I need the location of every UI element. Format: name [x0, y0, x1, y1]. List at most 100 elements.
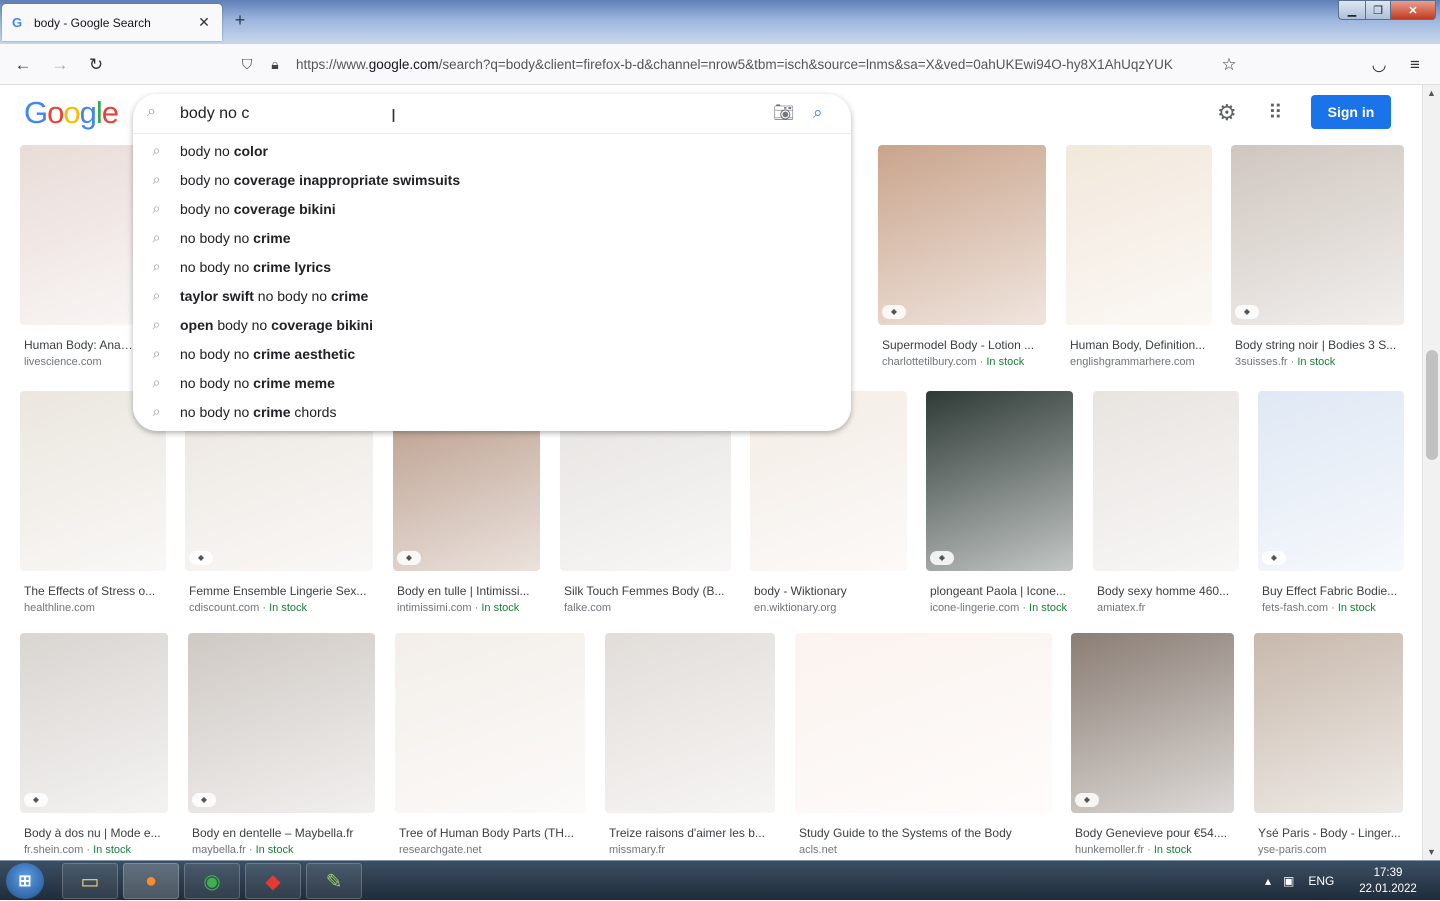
- result-caption[interactable]: Body en tulle | Intimissi...: [397, 584, 538, 598]
- page-scrollbar[interactable]: ▲ ▼: [1422, 85, 1440, 860]
- image-result-card[interactable]: Treize raisons d'aimer les b... missmary.…: [605, 633, 775, 856]
- forward-arrow-icon[interactable]: →: [47, 52, 73, 78]
- result-thumbnail[interactable]: ◆: [1258, 391, 1404, 571]
- result-caption[interactable]: Treize raisons d'aimer les b...: [609, 826, 773, 840]
- result-caption[interactable]: body - Wiktionary: [754, 584, 905, 598]
- suggestion-search-icon: ⌕: [152, 287, 161, 303]
- result-caption[interactable]: Body à dos nu | Mode e...: [24, 826, 166, 840]
- new-tab-button[interactable]: +: [228, 10, 252, 31]
- result-thumbnail[interactable]: ◆: [878, 145, 1046, 325]
- search-input[interactable]: [180, 105, 740, 123]
- image-result-card[interactable]: Tree of Human Body Parts (TH... researchg…: [395, 633, 585, 856]
- language-indicator[interactable]: ENG: [1308, 874, 1334, 888]
- image-result-card[interactable]: Human Body, Definition... englishgrammarh…: [1066, 145, 1212, 368]
- scroll-up-arrow-icon[interactable]: ▲: [1427, 88, 1436, 98]
- result-caption[interactable]: Femme Ensemble Lingerie Sex...: [189, 584, 371, 598]
- suggestion-text: no body no: [180, 403, 254, 420]
- url-text[interactable]: https://www.google.com/search?q=body&cli…: [296, 57, 1216, 72]
- result-caption[interactable]: Buy Effect Fabric Bodie...: [1262, 584, 1402, 598]
- scroll-down-arrow-icon[interactable]: ▼: [1427, 847, 1436, 857]
- search-suggestion[interactable]: ⌕ body no coverage inappropriate swimsuit…: [133, 165, 851, 194]
- search-button-icon[interactable]: ⌕: [813, 103, 823, 123]
- search-suggestion[interactable]: ⌕ taylor swift no body no crime: [133, 281, 851, 310]
- result-caption[interactable]: Body string noir | Bodies 3 S...: [1235, 338, 1402, 352]
- window-close-button[interactable]: ✕: [1390, 0, 1436, 20]
- search-suggestion[interactable]: ⌕ no body no crime chords: [133, 397, 851, 426]
- result-thumbnail[interactable]: ◆: [926, 391, 1073, 571]
- search-suggestion[interactable]: ⌕ open body no coverage bikini: [133, 310, 851, 339]
- search-suggestion[interactable]: ⌕ no body no crime aesthetic: [133, 339, 851, 368]
- anydesk-icon[interactable]: ◆: [245, 863, 301, 899]
- settings-gear-icon[interactable]: ⚙: [1217, 100, 1237, 126]
- network-icon[interactable]: ▣: [1283, 874, 1294, 888]
- result-thumbnail[interactable]: ◆: [188, 633, 375, 813]
- result-thumbnail[interactable]: ◆: [1071, 633, 1234, 813]
- result-domain: cdiscount.com: [189, 602, 260, 614]
- search-suggestion[interactable]: ⌕ body no color: [133, 136, 851, 165]
- image-result-card[interactable]: ◆ Body à dos nu | Mode e... fr.shein.com ·…: [20, 633, 168, 856]
- image-result-card[interactable]: Body sexy homme 460... amiatex.fr: [1093, 391, 1239, 614]
- result-thumbnail[interactable]: [795, 633, 1052, 813]
- search-suggestion[interactable]: ⌕ no body no crime meme: [133, 368, 851, 397]
- url-bar[interactable]: ⛉ 🔒︎ https://www.google.com/search?q=bod…: [230, 49, 1250, 80]
- product-tag-icon: ◆: [1262, 551, 1286, 565]
- google-logo[interactable]: Google: [24, 95, 119, 131]
- search-suggestion[interactable]: ⌕ body no coverage bikini: [133, 194, 851, 223]
- result-thumbnail[interactable]: ◆: [20, 633, 168, 813]
- image-result-card[interactable]: ◆ Buy Effect Fabric Bodie... fets-fash.com…: [1258, 391, 1404, 614]
- image-result-card[interactable]: Study Guide to the Systems of the Body ac…: [795, 633, 1052, 856]
- result-caption[interactable]: Ysé Paris - Body - Linger...: [1258, 826, 1401, 840]
- image-result-card[interactable]: ◆ plongeant Paola | Icone... icone-lingeri…: [926, 391, 1073, 614]
- search-suggestion[interactable]: ⌕ no body no crime lyrics: [133, 252, 851, 281]
- chrome-icon[interactable]: ◉: [184, 863, 240, 899]
- result-caption[interactable]: Silk Touch Femmes Body (B...: [564, 584, 729, 598]
- window-restore-button[interactable]: ❐: [1365, 0, 1391, 20]
- result-caption[interactable]: Supermodel Body - Lotion ...: [882, 338, 1044, 352]
- image-result-card[interactable]: Human Body: Anatomy livescience.com: [20, 145, 136, 368]
- result-thumbnail[interactable]: [605, 633, 775, 813]
- back-arrow-icon[interactable]: ←: [10, 52, 36, 78]
- result-thumbnail[interactable]: [1093, 391, 1239, 571]
- result-thumbnail[interactable]: ◆: [1231, 145, 1404, 325]
- reload-icon[interactable]: ↻: [83, 52, 109, 78]
- system-clock[interactable]: 17:39 22.01.2022: [1352, 865, 1424, 897]
- pocket-icon[interactable]: ◡: [1366, 52, 1392, 78]
- search-suggestion[interactable]: ⌕ no body no crime: [133, 223, 851, 252]
- result-caption[interactable]: Tree of Human Body Parts (TH...: [399, 826, 583, 840]
- result-caption[interactable]: Body Genevieve pour €54....: [1075, 826, 1232, 840]
- start-button[interactable]: ⊞: [6, 863, 44, 899]
- result-thumbnail[interactable]: [395, 633, 585, 813]
- file-explorer-icon[interactable]: ▭: [62, 863, 118, 899]
- result-thumbnail[interactable]: [1254, 633, 1403, 813]
- result-caption[interactable]: The Effects of Stress o...: [24, 584, 164, 598]
- menu-hamburger-icon[interactable]: ≡: [1402, 52, 1428, 78]
- result-caption[interactable]: plongeant Paola | Icone...: [930, 584, 1071, 598]
- tab-close-icon[interactable]: ✕: [196, 14, 212, 31]
- result-caption[interactable]: Body en dentelle – Maybella.fr: [192, 826, 373, 840]
- result-caption[interactable]: Study Guide to the Systems of the Body: [799, 826, 1050, 840]
- paint-icon[interactable]: ✎: [306, 863, 362, 899]
- image-result-card[interactable]: ◆ Body en dentelle – Maybella.fr maybella.…: [188, 633, 375, 856]
- suggestion-search-icon: ⌕: [152, 345, 161, 361]
- lock-icon[interactable]: 🔒︎: [264, 56, 286, 73]
- browser-tab[interactable]: G body - Google Search ✕: [2, 4, 222, 41]
- sign-in-button[interactable]: Sign in: [1311, 95, 1391, 129]
- result-thumbnail[interactable]: [1066, 145, 1212, 325]
- shield-icon[interactable]: ⛉: [236, 56, 258, 73]
- camera-search-icon[interactable]: 📷︎: [773, 103, 795, 123]
- image-result-card[interactable]: ◆ Body Genevieve pour €54.... hunkemoller.…: [1071, 633, 1234, 856]
- bookmark-star-icon[interactable]: ☆: [1216, 52, 1242, 78]
- image-result-card[interactable]: Ysé Paris - Body - Linger... yse-paris.co…: [1254, 633, 1403, 856]
- result-caption[interactable]: Body sexy homme 460...: [1097, 584, 1237, 598]
- window-minimize-button[interactable]: ▁: [1338, 0, 1366, 20]
- scrollbar-thumb[interactable]: [1426, 350, 1438, 460]
- image-result-card[interactable]: ◆ Supermodel Body - Lotion ... charlotteti…: [878, 145, 1046, 368]
- result-caption[interactable]: Human Body, Definition...: [1070, 338, 1210, 352]
- result-source: charlottetilbury.com · In stock: [882, 356, 1025, 368]
- result-caption[interactable]: Human Body: Anatomy: [24, 338, 134, 352]
- result-thumbnail[interactable]: [20, 145, 136, 325]
- image-result-card[interactable]: ◆ Body string noir | Bodies 3 S... 3suisse…: [1231, 145, 1404, 368]
- firefox-icon[interactable]: ●: [123, 863, 179, 899]
- tray-expand-icon[interactable]: ▴: [1265, 874, 1271, 888]
- google-apps-grid-icon[interactable]: ⠿: [1268, 100, 1283, 125]
